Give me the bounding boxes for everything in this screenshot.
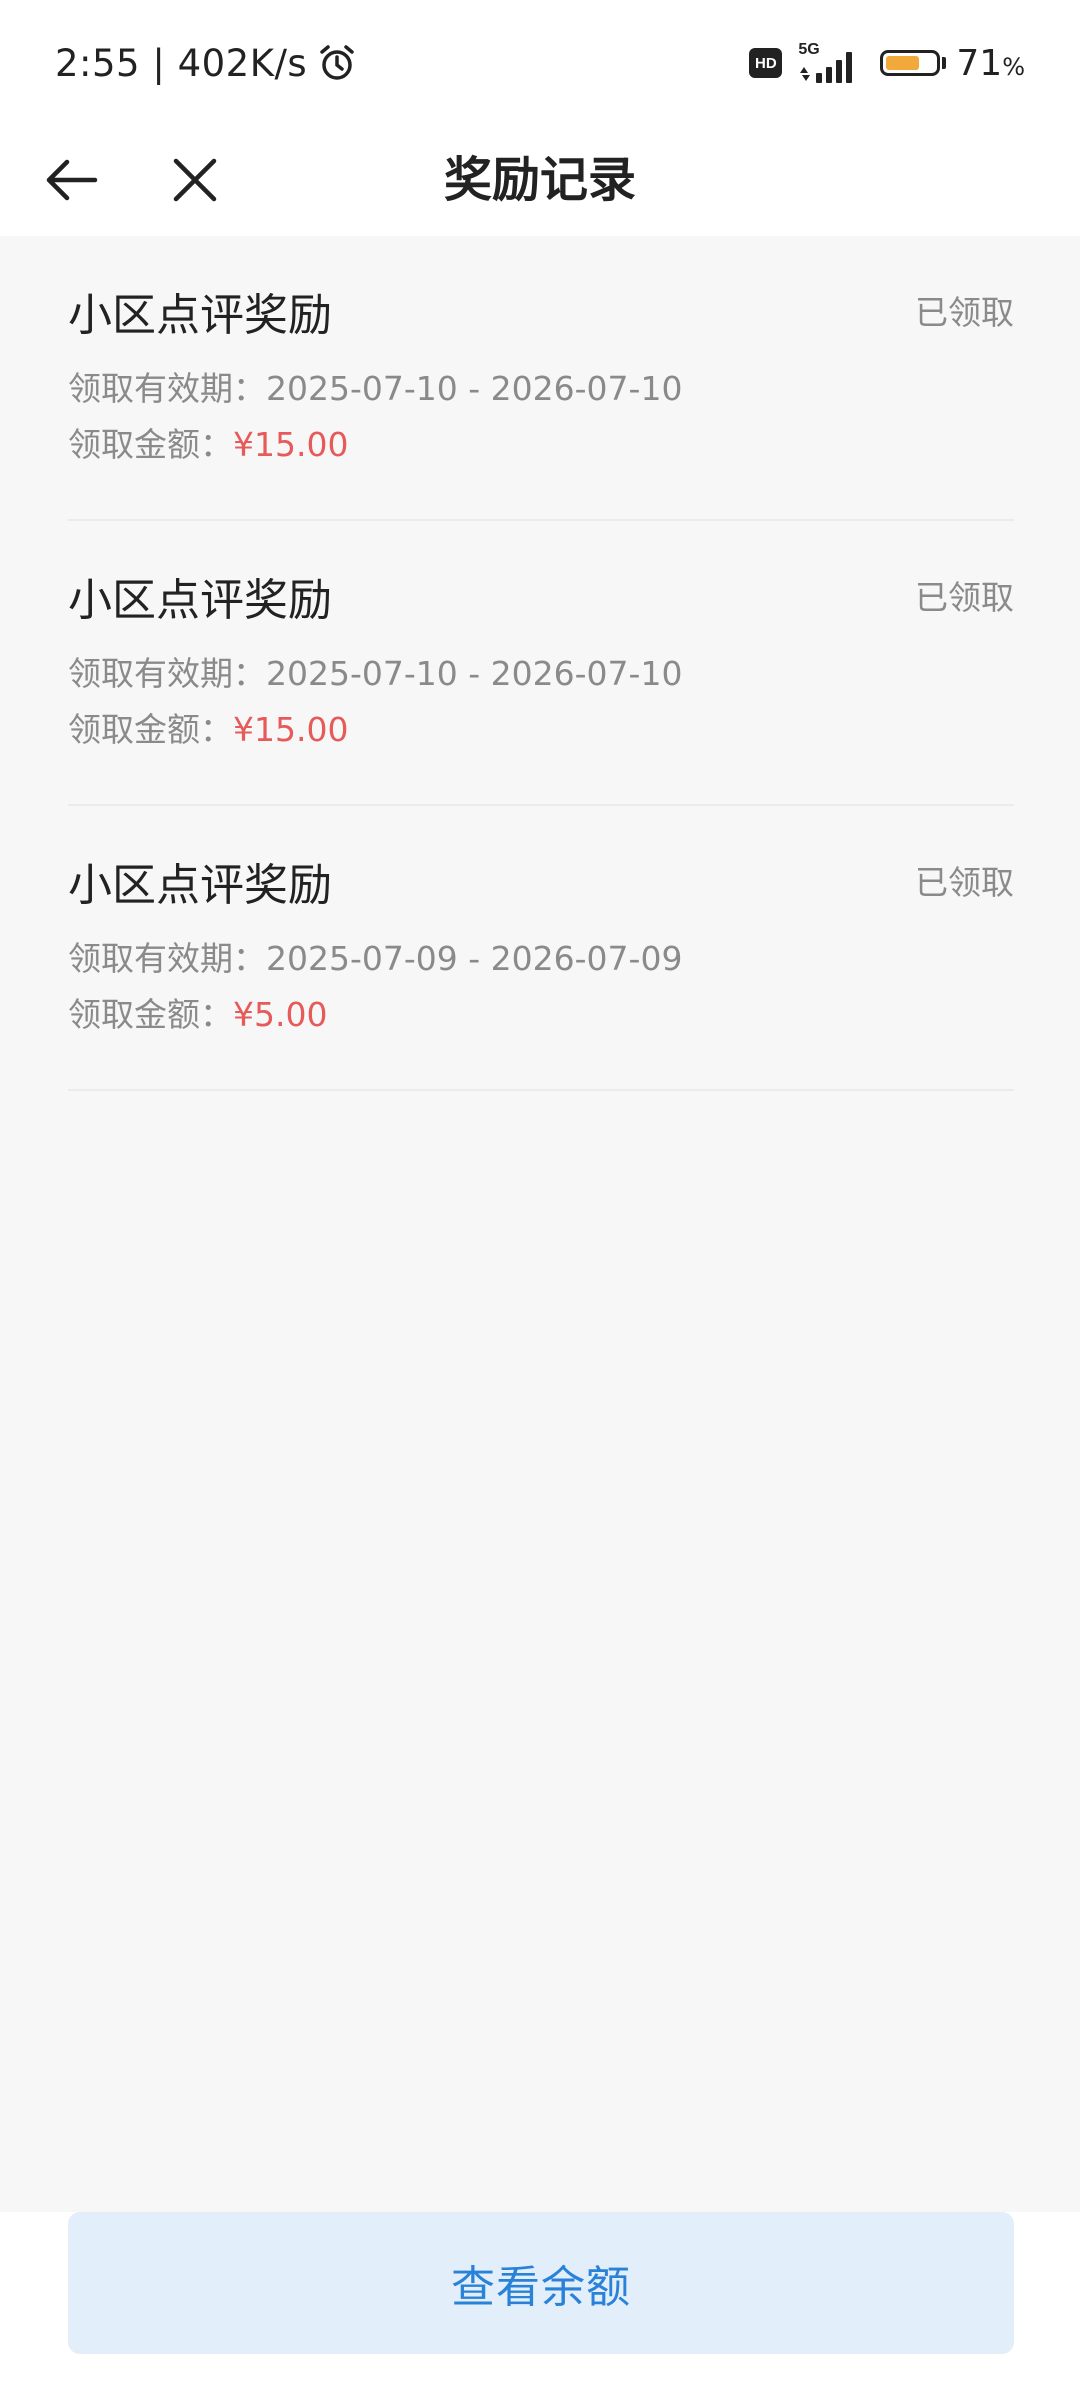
nav-bar: 奖励记录 — [0, 124, 1080, 236]
validity-value: 2025-07-10 - 2026-07-10 — [266, 654, 683, 693]
list-item[interactable]: 小区点评奖励 已领取 领取有效期：2025-07-09 - 2026-07-09… — [68, 806, 1014, 1091]
validity-value: 2025-07-10 - 2026-07-10 — [266, 369, 683, 408]
amount-label: 领取金额： — [68, 425, 233, 464]
record-validity: 领取有效期：2025-07-10 - 2026-07-10 — [68, 651, 682, 697]
record-title: 小区点评奖励 — [68, 290, 332, 341]
battery-percent-text: 71% — [956, 43, 1025, 84]
battery-indicator: 71% — [880, 43, 1025, 84]
status-right: HD 5G 71% — [749, 38, 1025, 88]
record-status: 已领取 — [915, 578, 1014, 617]
record-amount: 领取金额：¥15.00 — [68, 707, 348, 753]
close-button[interactable] — [160, 150, 230, 210]
record-title: 小区点评奖励 — [68, 860, 332, 911]
validity-value: 2025-07-09 - 2026-07-09 — [266, 939, 683, 978]
arrow-left-icon — [46, 159, 98, 201]
amount-value: ¥15.00 — [233, 425, 349, 464]
amount-label: 领取金额： — [68, 995, 233, 1034]
validity-label: 领取有效期： — [68, 939, 266, 978]
signal-strength-icon: 5G — [796, 41, 866, 83]
reward-record-list: 小区点评奖励 已领取 领取有效期：2025-07-10 - 2026-07-10… — [68, 236, 1014, 1091]
list-item[interactable]: 小区点评奖励 已领取 领取有效期：2025-07-10 - 2026-07-10… — [68, 521, 1014, 806]
record-status: 已领取 — [915, 293, 1014, 332]
battery-icon — [880, 50, 941, 76]
back-button[interactable] — [36, 150, 106, 210]
view-balance-button[interactable]: 查看余额 — [68, 2212, 1014, 2354]
battery-fill — [886, 56, 919, 70]
battery-percent-value: 71 — [956, 42, 1003, 84]
amount-label: 领取金额： — [68, 710, 233, 749]
battery-tip — [942, 57, 947, 69]
record-status: 已领取 — [915, 863, 1014, 902]
bottom-action-area: 查看余额 — [0, 2212, 1080, 2400]
validity-label: 领取有效期： — [68, 654, 266, 693]
record-amount: 领取金额：¥5.00 — [68, 992, 327, 1038]
battery-percent-sign: % — [1002, 52, 1025, 81]
alarm-clock-icon — [317, 43, 357, 83]
record-validity: 领取有效期：2025-07-10 - 2026-07-10 — [68, 366, 682, 412]
status-time-speed: 2:55 | 402K/s — [55, 41, 308, 85]
amount-value: ¥5.00 — [233, 995, 328, 1034]
record-validity: 领取有效期：2025-07-09 - 2026-07-09 — [68, 936, 682, 982]
status-bar: 2:55 | 402K/s HD 5G 71% — [0, 0, 1080, 124]
status-left: 2:55 | 402K/s — [55, 38, 357, 88]
validity-label: 领取有效期： — [68, 369, 266, 408]
record-amount: 领取金额：¥15.00 — [68, 422, 348, 468]
list-item[interactable]: 小区点评奖励 已领取 领取有效期：2025-07-10 - 2026-07-10… — [68, 236, 1014, 521]
hd-badge: HD — [749, 48, 783, 78]
close-icon — [173, 158, 217, 202]
record-title: 小区点评奖励 — [68, 575, 332, 626]
amount-value: ¥15.00 — [233, 710, 349, 749]
